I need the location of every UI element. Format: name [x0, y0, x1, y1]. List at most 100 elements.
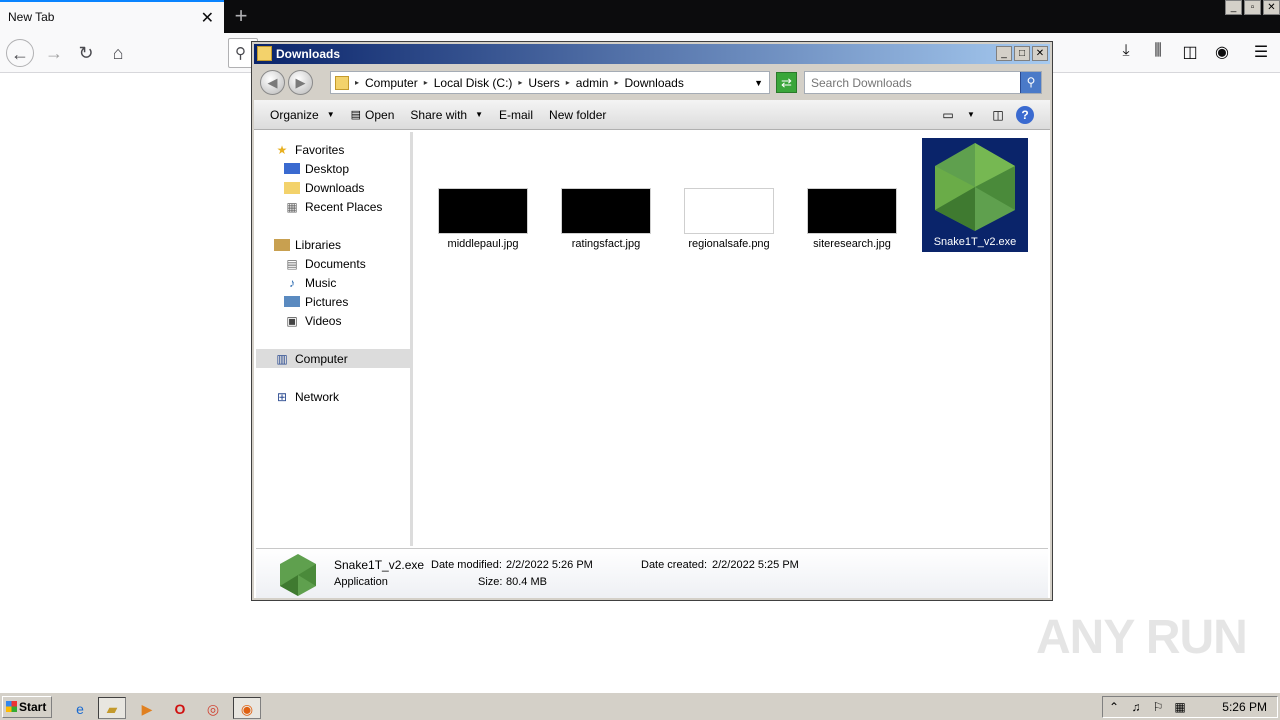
new-folder-button[interactable]: New folder	[541, 104, 614, 126]
nav-recent-places[interactable]: ▦ Recent Places	[256, 197, 413, 216]
reload-icon[interactable]: ↻	[72, 39, 100, 67]
breadcrumb-computer[interactable]: Computer	[365, 76, 418, 90]
file-list: middlepaul.jpg ratingsfact.jpg regionals…	[416, 132, 1048, 546]
open-button[interactable]: ▤ Open	[343, 104, 403, 126]
details-pane: Snake1T_v2.exe Application Date modified…	[256, 548, 1048, 598]
minimize-button[interactable]: _	[1225, 0, 1242, 15]
file-name: siteresearch.jpg	[813, 238, 891, 250]
help-icon[interactable]: ?	[1016, 106, 1034, 124]
start-button[interactable]: Start	[2, 696, 52, 718]
nav-music-label: Music	[305, 275, 337, 290]
file-item-selected[interactable]: Snake1T_v2.exe	[922, 138, 1028, 252]
ie-icon[interactable]: e	[66, 697, 94, 719]
address-bar[interactable]: ▸ Computer ▸ Local Disk (C:) ▸ Users ▸ a…	[330, 71, 770, 94]
close-button[interactable]: ✕	[1032, 46, 1048, 61]
nav-libraries[interactable]: Libraries	[256, 235, 413, 254]
nav-videos[interactable]: ▣ Videos	[256, 311, 413, 330]
nav-downloads[interactable]: Downloads	[256, 178, 413, 197]
back-arrow-icon[interactable]: ←	[6, 39, 34, 67]
nodejs-hex-icon	[935, 143, 1015, 231]
nav-documents[interactable]: ▤ Documents	[256, 254, 413, 273]
image-thumbnail	[807, 188, 897, 234]
media-player-icon[interactable]: ▶	[133, 697, 161, 719]
library-icon[interactable]: ⫼	[1147, 42, 1169, 64]
organize-label: Organize	[270, 107, 319, 122]
details-filename: Snake1T_v2.exe	[334, 558, 425, 572]
explorer-titlebar[interactable]: Downloads _ □ ✕	[254, 44, 1050, 64]
nav-favorites[interactable]: ★ Favorites	[256, 140, 413, 159]
address-row: ◀ ▶ ▸ Computer ▸ Local Disk (C:) ▸ Users…	[254, 64, 1050, 100]
firefox-icon[interactable]: ◉	[233, 697, 261, 719]
chrome-icon[interactable]: ◎	[199, 697, 227, 719]
minimize-button[interactable]: _	[996, 46, 1012, 61]
back-button[interactable]: ◀	[260, 70, 285, 95]
opera-icon[interactable]: O	[166, 697, 194, 719]
videos-icon: ▣	[286, 313, 298, 328]
nav-videos-label: Videos	[305, 313, 342, 328]
breadcrumb-local-disk[interactable]: Local Disk (C:)	[434, 76, 513, 90]
organize-button[interactable]: Organize ▼	[262, 104, 343, 126]
image-thumbnail	[684, 188, 774, 234]
chevron-right-icon[interactable]: ▸	[518, 78, 522, 87]
file-item[interactable]: siteresearch.jpg	[804, 140, 900, 252]
network-icon[interactable]: ▦	[1169, 700, 1191, 714]
email-label: E-mail	[499, 107, 534, 122]
flag-icon[interactable]: ⚐	[1147, 700, 1169, 714]
search-icon[interactable]: ⚲	[1020, 72, 1041, 93]
share-with-button[interactable]: Share with ▼	[402, 104, 491, 126]
system-tray: ⌃ ♫ ⚐ ▦ 5:26 PM	[1102, 696, 1278, 718]
account-icon[interactable]: ◉	[1211, 42, 1233, 64]
chevron-right-icon[interactable]: ▸	[566, 78, 570, 87]
restore-button[interactable]: ▫	[1244, 0, 1261, 15]
nav-computer-label: Computer	[295, 351, 348, 366]
start-label: Start	[19, 700, 47, 714]
views-icon[interactable]: ▭	[938, 104, 958, 126]
home-icon[interactable]: ⌂	[104, 39, 132, 67]
chevron-down-icon[interactable]: ▼	[962, 104, 980, 126]
open-app-icon: ▤	[350, 109, 362, 121]
file-item[interactable]: ratingsfact.jpg	[558, 140, 654, 252]
forward-arrow-icon[interactable]: →	[40, 39, 68, 67]
nav-music[interactable]: ♪ Music	[256, 273, 413, 292]
chevron-right-icon[interactable]: ▸	[355, 78, 359, 87]
hamburger-menu-icon[interactable]: ☰	[1250, 42, 1272, 64]
speaker-icon[interactable]: ♫	[1125, 700, 1147, 714]
preview-pane-icon[interactable]: ◫	[988, 104, 1008, 126]
search-box[interactable]: ⚲	[804, 71, 1042, 94]
file-item[interactable]: middlepaul.jpg	[435, 140, 531, 252]
email-button[interactable]: E-mail	[491, 104, 541, 126]
chevron-right-icon[interactable]: ▸	[614, 78, 618, 87]
windows-logo-icon	[6, 701, 17, 712]
nav-pictures[interactable]: Pictures	[256, 292, 413, 311]
computer-icon: ▥	[276, 351, 288, 366]
breadcrumb-admin[interactable]: admin	[576, 76, 609, 90]
chevron-right-icon[interactable]: ▸	[424, 78, 428, 87]
taskbar: Start e ▰ ▶ O ◎ ◉ ⌃ ♫ ⚐ ▦ 5:26 PM	[0, 692, 1280, 720]
show-hidden-icons-icon[interactable]: ⌃	[1103, 700, 1125, 714]
nav-favorites-label: Favorites	[295, 142, 345, 157]
browser-tab[interactable]: New Tab ✕	[0, 0, 224, 33]
breadcrumb-downloads[interactable]: Downloads	[624, 76, 683, 90]
breadcrumb-users[interactable]: Users	[528, 76, 559, 90]
file-name: regionalsafe.png	[688, 238, 770, 250]
clock[interactable]: 5:26 PM	[1222, 700, 1267, 714]
chevron-down-icon[interactable]: ▼	[754, 78, 763, 88]
refresh-icon[interactable]: ⇄	[776, 72, 797, 93]
close-button[interactable]: ✕	[1263, 0, 1280, 15]
file-item[interactable]: regionalsafe.png	[681, 140, 777, 252]
chevron-down-icon: ▼	[326, 110, 335, 119]
maximize-button[interactable]: □	[1014, 46, 1030, 61]
nav-desktop[interactable]: Desktop	[256, 159, 413, 178]
tab-close-icon[interactable]: ✕	[201, 8, 214, 28]
explorer-icon[interactable]: ▰	[98, 697, 126, 719]
star-icon: ★	[276, 142, 288, 157]
sidebar-icon[interactable]: ◫	[1179, 42, 1201, 64]
nav-downloads-label: Downloads	[305, 180, 365, 195]
download-icon[interactable]: ⤓	[1115, 42, 1137, 64]
forward-button[interactable]: ▶	[288, 70, 313, 95]
nav-network[interactable]: ⊞ Network	[256, 387, 413, 406]
search-input[interactable]	[805, 72, 1015, 93]
new-tab-button[interactable]: +	[229, 3, 253, 29]
nav-computer[interactable]: ▥ Computer	[256, 349, 413, 368]
file-name: ratingsfact.jpg	[571, 238, 641, 250]
